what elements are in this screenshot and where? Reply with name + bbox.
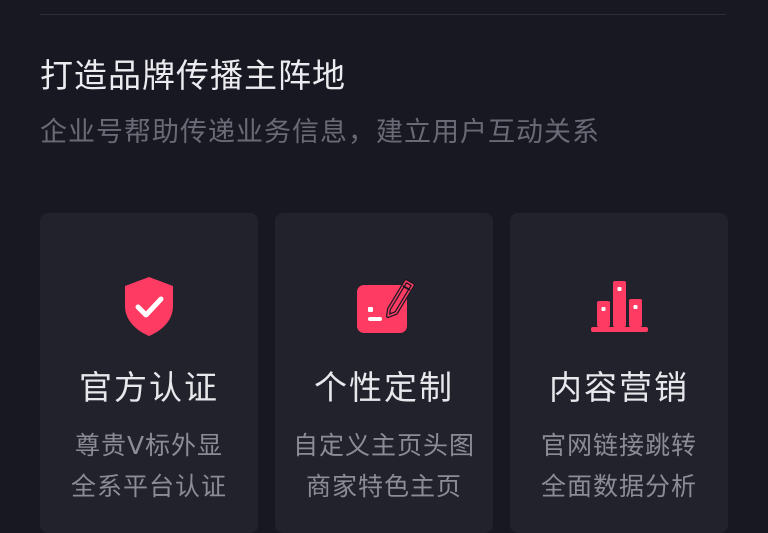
feature-card-content-marketing[interactable]: 内容营销 官网链接跳转 全面数据分析: [510, 213, 728, 533]
section-title: 打造品牌传播主阵地: [40, 56, 346, 95]
feature-card-official-certification[interactable]: 官方认证 尊贵V标外显 全系平台认证: [40, 213, 258, 533]
card-title: 官方认证: [79, 368, 219, 407]
feature-card-custom-profile[interactable]: 个性定制 自定义主页头图 商家特色主页: [275, 213, 493, 533]
card-description-line: 自定义主页头图: [292, 431, 475, 460]
card-title: 内容营销: [549, 368, 689, 407]
card-description-line: 全系平台认证: [70, 472, 227, 501]
section-subtitle: 企业号帮助传递业务信息，建立用户互动关系: [40, 117, 600, 148]
card-description-line: 官网链接跳转: [540, 431, 697, 460]
card-description-line: 全面数据分析: [540, 472, 697, 501]
card-description-line: 尊贵V标外显: [74, 431, 224, 460]
shield-check-icon: [114, 271, 184, 341]
feature-cards: 官方认证 尊贵V标外显 全系平台认证 个性定制 自定义主页头图 商家特色主页 内…: [40, 213, 728, 533]
edit-note-icon: [349, 271, 419, 341]
card-description-line: 商家特色主页: [305, 472, 462, 501]
bar-chart-icon: [584, 271, 654, 341]
top-divider: [40, 14, 726, 15]
card-title: 个性定制: [314, 368, 454, 407]
